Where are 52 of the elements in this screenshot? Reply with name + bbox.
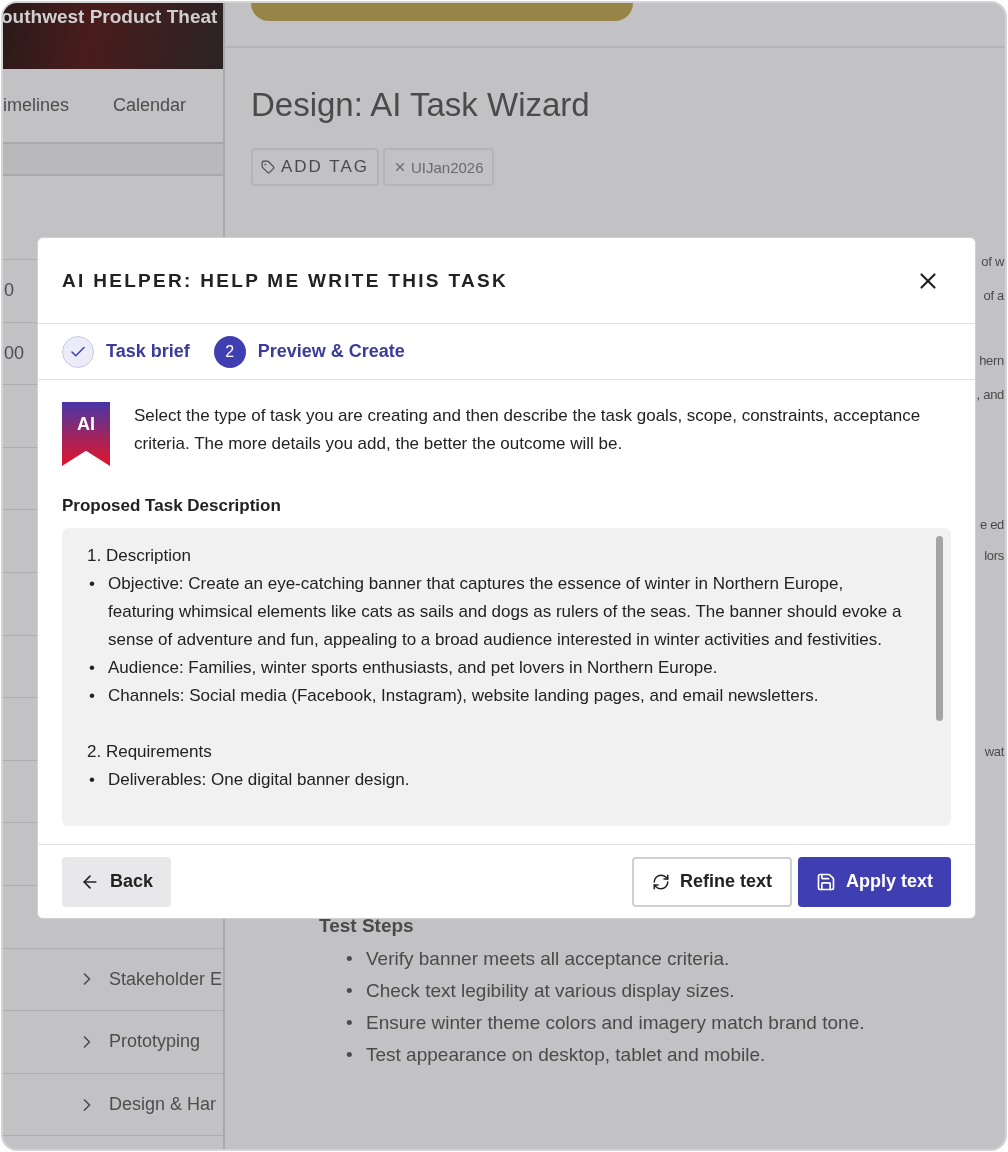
text-fragment: hern bbox=[979, 353, 1004, 368]
bullet-marker: • bbox=[346, 947, 354, 971]
back-button[interactable]: Back bbox=[62, 856, 172, 907]
field-label: Proposed Task Description bbox=[62, 496, 282, 516]
bullet-item: Audience: Families, winter sports enthusiasts, and pet lovers in Northern Europe. bbox=[108, 657, 718, 679]
step-label[interactable]: Task brief bbox=[106, 341, 190, 362]
page-title: Design: AI Task Wizard bbox=[251, 86, 591, 124]
text-fragment: wat bbox=[984, 744, 1004, 759]
sidebar-text: 0 bbox=[4, 280, 14, 302]
sidebar-item[interactable]: Prototyping bbox=[109, 1031, 201, 1053]
sidebar-item[interactable]: Design & Har bbox=[109, 1094, 217, 1115]
tab[interactable]: imelines bbox=[3, 95, 70, 116]
bullet-marker: • bbox=[346, 979, 354, 1003]
bullet-item: Deliverables: One digital banner design. bbox=[108, 769, 410, 791]
dialog-title: AI HELPER: HELP ME WRITE THIS TASK bbox=[62, 269, 508, 292]
list-item: Verify banner meets all acceptance criteria. bbox=[366, 947, 730, 971]
bullet-marker: • bbox=[89, 573, 96, 595]
refresh-icon bbox=[651, 872, 670, 891]
remove-icon[interactable] bbox=[393, 160, 407, 174]
add-tag-button[interactable]: ADD TAG bbox=[251, 148, 379, 186]
list-item: Check text legibility at various display sizes. bbox=[366, 979, 735, 1003]
tag-chip[interactable]: UIJan2026 bbox=[383, 148, 494, 186]
bullet-item: Objective: Create an eye-catching banner that captures the essence of winter in Northern Europe, featuring whimsical elements like cats as sails and dogs as rulers of the seas. The banner should evoke a sense of adventure and fun, appealing to a broad audience interested in winter activities and festivities. bbox=[108, 573, 903, 651]
list-item: Test appearance on desktop, tablet and mobile. bbox=[366, 1043, 766, 1067]
bullet-item: Channels: Social media (Facebook, Instagram), website landing pages, and email newsletters. bbox=[108, 685, 819, 707]
numbered-heading: 1. Description bbox=[86, 545, 192, 567]
bullet-marker: • bbox=[346, 1043, 354, 1067]
bullet-marker: • bbox=[89, 685, 96, 707]
bullet-marker: • bbox=[89, 769, 96, 791]
text-fragment: , and bbox=[976, 387, 1004, 402]
apply-button[interactable]: Apply text bbox=[798, 856, 951, 907]
scrollbar[interactable] bbox=[936, 536, 943, 721]
text-fragment: of w bbox=[981, 254, 1004, 269]
tag-icon bbox=[261, 160, 275, 174]
step-label[interactable]: Preview & Create bbox=[257, 341, 405, 362]
sidebar-text: 00 bbox=[4, 342, 25, 364]
refine-button[interactable]: Refine text bbox=[631, 856, 792, 907]
sidebar-item[interactable]: Stakeholder E bbox=[109, 968, 223, 990]
text-fragment: of a bbox=[983, 288, 1004, 303]
tab[interactable]: Calendar bbox=[113, 95, 187, 116]
numbered-heading: 2. Requirements bbox=[86, 741, 213, 763]
list-item: Ensure winter theme colors and imagery match brand tone. bbox=[366, 1011, 865, 1035]
bullet-marker: • bbox=[89, 657, 96, 679]
text-fragment: lors bbox=[984, 548, 1004, 563]
section-heading: Test Steps bbox=[319, 915, 415, 937]
description-box[interactable] bbox=[62, 528, 951, 826]
save-icon bbox=[816, 871, 836, 892]
ai-badge: AI bbox=[62, 402, 110, 466]
intro-text: Select the type of task you are creating and then describe the task goals, scope, constraints, acceptance criteria. The more details you add, the better the outcome will be. bbox=[134, 405, 922, 455]
bullet-marker: • bbox=[346, 1011, 354, 1035]
step-number: 2 bbox=[213, 335, 246, 368]
text-fragment: e ed bbox=[979, 517, 1004, 532]
